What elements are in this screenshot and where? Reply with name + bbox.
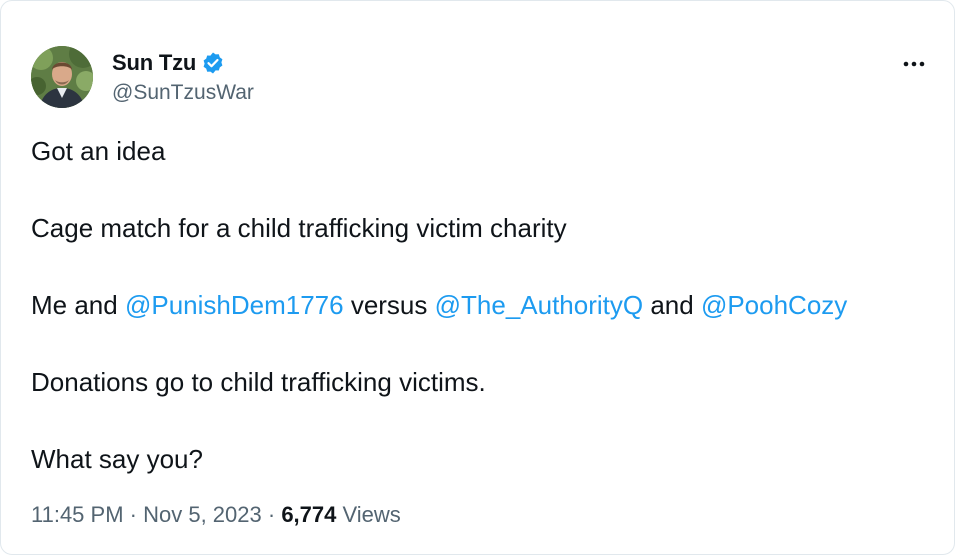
more-options-button[interactable] xyxy=(902,57,926,69)
author-avatar[interactable] xyxy=(31,46,93,108)
author-display-name[interactable]: Sun Tzu xyxy=(112,50,196,76)
tweet-line-4: Donations go to child trafficking victim… xyxy=(31,367,486,397)
tweet-meta: 11:45 PM · Nov 5, 2023 · 6,774 Views xyxy=(31,502,401,528)
more-horizontal-icon xyxy=(903,61,925,67)
views-label: Views xyxy=(336,502,401,527)
tweet-line-1: Got an idea xyxy=(31,136,166,166)
tweet-time-link[interactable]: 11:45 PM xyxy=(31,502,124,527)
tweet-text: Got an idea Cage match for a child traff… xyxy=(31,136,931,521)
mention-link-poohcozy[interactable]: @PoohCozy xyxy=(701,290,847,320)
author-name-row: Sun Tzu xyxy=(112,49,225,77)
tweet-text-segment: Me and xyxy=(31,290,125,320)
profile-photo-icon xyxy=(31,46,93,108)
tweet-text-segment: and xyxy=(643,290,701,320)
tweet-card: Sun Tzu @SunTzusWar Got an idea Cage mat… xyxy=(0,0,955,555)
views-count: 6,774 xyxy=(281,502,337,527)
tweet-line-2: Cage match for a child trafficking victi… xyxy=(31,213,567,243)
meta-separator: · xyxy=(123,502,144,527)
mention-link-punishdem1776[interactable]: @PunishDem1776 xyxy=(125,290,344,320)
meta-separator: · xyxy=(261,502,282,527)
tweet-text-segment: versus xyxy=(343,290,435,320)
author-handle[interactable]: @SunTzusWar xyxy=(112,81,254,105)
tweet-date-link[interactable]: Nov 5, 2023 xyxy=(143,502,262,527)
verified-badge-icon xyxy=(201,51,225,75)
tweet-line-3: Me and @PunishDem1776 versus @The_Author… xyxy=(31,290,931,321)
tweet-line-5: What say you? xyxy=(31,444,203,474)
mention-link-the-authorityq[interactable]: @The_AuthorityQ xyxy=(435,290,643,320)
